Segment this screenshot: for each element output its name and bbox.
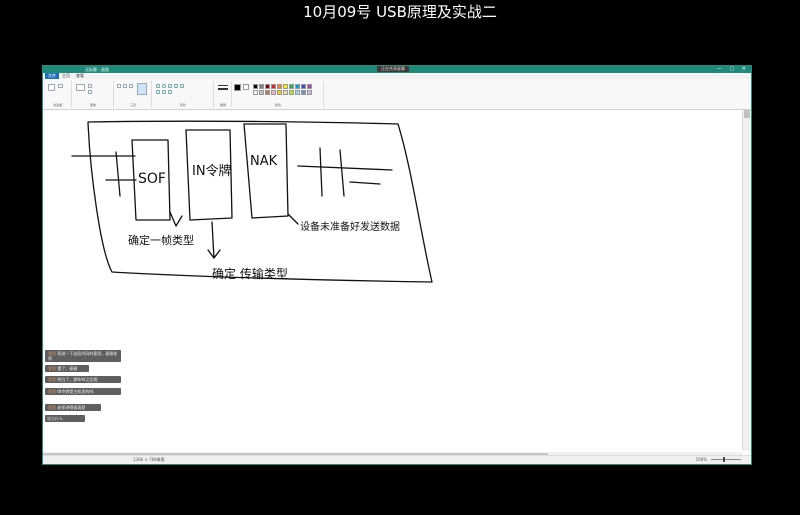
- bar-line: [297, 165, 393, 171]
- note-transfer-type: 确定 传输类型: [212, 266, 288, 281]
- arrow-stroke: [287, 213, 299, 225]
- nak-label: NAK: [250, 154, 278, 169]
- bar-line: [115, 151, 121, 197]
- chat-message: 学员 明白了，那NAK之后呢: [45, 376, 121, 383]
- arrow-stroke: [169, 211, 183, 227]
- note-confirm-type: 确定一帧类型: [128, 233, 194, 247]
- bar-line: [319, 147, 323, 197]
- nak-box: [243, 123, 289, 219]
- note-no-data: 设备未准备好发送数据: [300, 220, 400, 233]
- chat-message: 学员 懂了，谢谢: [45, 365, 89, 372]
- frame-stroke: [87, 120, 433, 283]
- bar-line: [349, 181, 381, 185]
- chat-message: 学员 IN令牌是主机发的吗: [45, 388, 121, 395]
- hand-drawing: SOF IN令牌 NAK 确定一帧类型 确定 传输类型 设备未准备好发送数据: [71, 120, 433, 283]
- bar-line: [339, 149, 345, 197]
- chat-message: 学员 再说一下这段代码的意思，谢谢老师: [45, 350, 121, 362]
- chat-input[interactable]: 说点什么: [45, 415, 85, 422]
- arrow-stroke: [211, 221, 215, 259]
- in-token-label: IN令牌: [192, 163, 232, 179]
- chat-message: 学员 老师讲得很清楚: [45, 404, 101, 411]
- sof-label: SOF: [138, 171, 166, 187]
